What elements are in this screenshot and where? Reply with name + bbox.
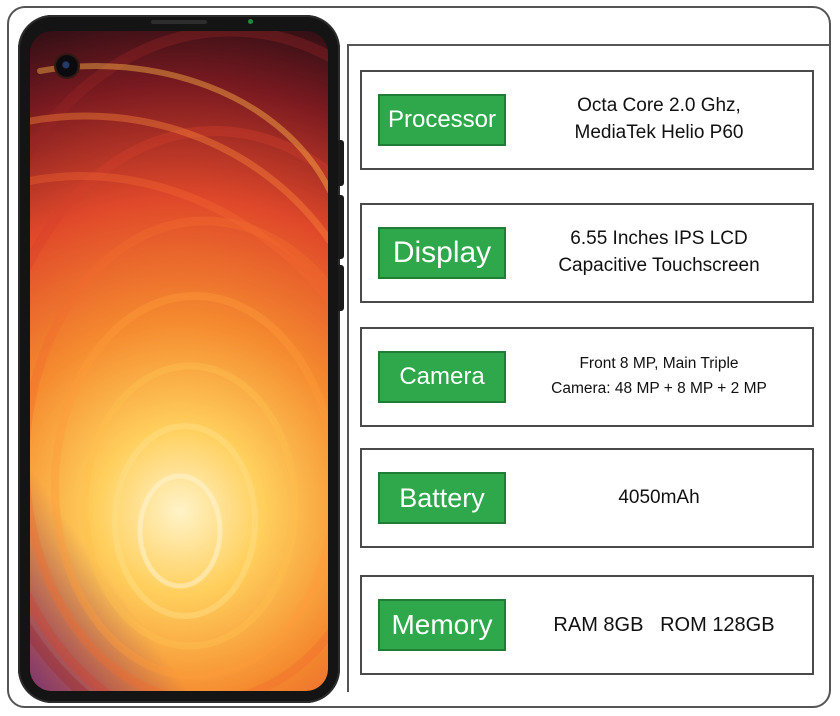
spec-row-memory: Memory RAM 8GB ROM 128GB [360, 575, 814, 675]
spec-value-line: Camera: 48 MP + 8 MP + 2 MP [551, 380, 767, 397]
spec-value-memory: RAM 8GB ROM 128GB [522, 577, 806, 673]
spec-value-camera: Front 8 MP, Main Triple Camera: 48 MP + … [512, 329, 806, 425]
spec-label-battery: Battery [378, 472, 506, 524]
spec-row-processor: Processor Octa Core 2.0 Ghz, MediaTek He… [360, 70, 814, 170]
side-button-power [338, 140, 344, 186]
wallpaper [30, 31, 328, 691]
front-camera-icon [56, 55, 78, 77]
spec-label-memory: Memory [378, 599, 506, 651]
side-button-volume-down [338, 265, 344, 311]
spec-value-line: Octa Core 2.0 Ghz, [577, 95, 741, 117]
spec-value-line: 6.55 Inches IPS LCD [570, 228, 748, 250]
spec-row-battery: Battery 4050mAh [360, 448, 814, 548]
phone-image [18, 15, 344, 703]
sensor-dot [248, 19, 253, 24]
side-button-volume-up [338, 195, 344, 259]
spec-row-camera: Camera Front 8 MP, Main Triple Camera: 4… [360, 327, 814, 427]
spec-value-display: 6.55 Inches IPS LCD Capacitive Touchscre… [512, 205, 806, 301]
spec-value-processor: Octa Core 2.0 Ghz, MediaTek Helio P60 [512, 72, 806, 168]
spec-value-line: Front 8 MP, Main Triple [579, 355, 739, 373]
phone-screen [30, 31, 328, 691]
spec-label-display: Display [378, 227, 506, 279]
spec-value-line: 4050mAh [618, 486, 700, 508]
spec-label-processor: Processor [378, 94, 506, 146]
spec-label-camera: Camera [378, 351, 506, 403]
spec-value-line: MediaTek Helio P60 [574, 122, 744, 143]
spec-value-line: Capacitive Touchscreen [558, 255, 760, 276]
earpiece [151, 20, 207, 24]
spec-row-display: Display 6.55 Inches IPS LCD Capacitive T… [360, 203, 814, 303]
spec-value-line: RAM 8GB ROM 128GB [553, 614, 775, 636]
spec-value-battery: 4050mAh [512, 450, 806, 546]
